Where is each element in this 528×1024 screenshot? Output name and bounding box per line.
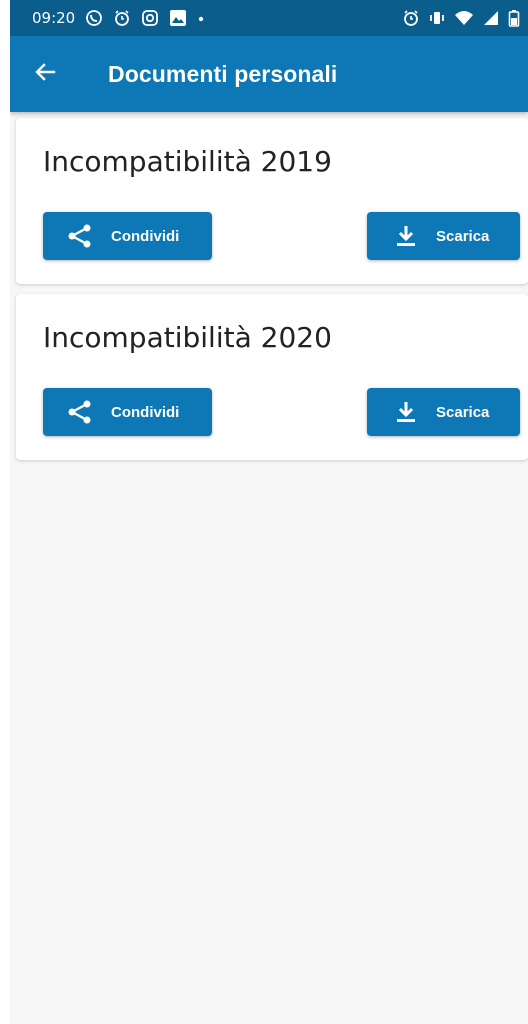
status-bar: 09:20: [10, 0, 528, 36]
dot-icon: [197, 9, 205, 27]
alarm-icon: [402, 9, 420, 27]
document-card: Incompatibilità 2019 Condividi Scarica: [16, 118, 528, 284]
whatsapp-icon: [85, 9, 103, 27]
download-button[interactable]: Scarica: [367, 212, 520, 260]
battery-icon: [508, 9, 520, 27]
alarm-icon: [113, 9, 131, 27]
page-title: Documenti personali: [108, 60, 338, 87]
document-title: Incompatibilità 2020: [43, 321, 332, 354]
share-button[interactable]: Condividi: [43, 388, 212, 436]
download-icon: [393, 223, 419, 249]
share-button[interactable]: Condividi: [43, 212, 212, 260]
vibrate-icon: [428, 9, 446, 27]
document-title: Incompatibilità 2019: [43, 145, 332, 178]
status-right: [402, 9, 520, 27]
wifi-icon: [454, 9, 474, 27]
download-label: Scarica: [436, 227, 490, 245]
download-button[interactable]: Scarica: [367, 388, 520, 436]
share-icon: [67, 223, 93, 249]
gallery-icon: [169, 9, 187, 27]
download-icon: [393, 399, 419, 425]
share-icon: [67, 399, 93, 425]
status-left: 09:20: [32, 9, 205, 27]
document-card: Incompatibilità 2020 Condividi Scarica: [16, 294, 528, 460]
documents-list: Incompatibilità 2019 Condividi Scarica I…: [10, 112, 528, 460]
arrow-left-icon: [34, 61, 56, 88]
app-screen: 09:20 Documenti personali Incompatibilit…: [10, 0, 528, 1024]
share-label: Condividi: [111, 403, 180, 421]
status-time: 09:20: [32, 9, 76, 27]
signal-icon: [482, 9, 500, 27]
instagram-icon: [141, 9, 159, 27]
back-button[interactable]: [10, 36, 80, 112]
share-label: Condividi: [111, 227, 180, 245]
download-label: Scarica: [436, 403, 490, 421]
app-bar: Documenti personali: [10, 36, 528, 112]
